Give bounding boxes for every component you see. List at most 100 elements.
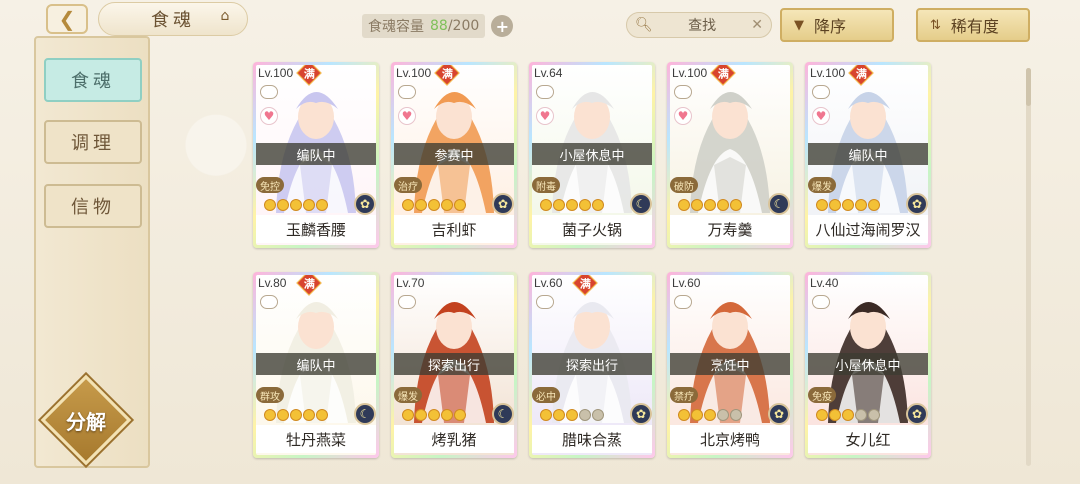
food-soul-card[interactable]: Lv.60 烹饪中 禁疗 ✿ 北京烤鸭 xyxy=(667,272,793,458)
decompose-label: 分解 xyxy=(66,409,106,434)
role-badge: 爆发 xyxy=(394,387,422,403)
character-name: 腊味合蒸 xyxy=(532,425,652,453)
max-level-label: 满 xyxy=(855,67,867,80)
bubble-icon[interactable] xyxy=(398,85,416,99)
star-icon xyxy=(441,409,453,421)
star-icon xyxy=(454,409,466,421)
level-label: Lv.100 xyxy=(396,66,432,80)
moon-icon: ☾ xyxy=(630,193,652,215)
star-rating xyxy=(264,199,328,211)
food-soul-card[interactable]: Lv.60 满探索出行 必中 ✿ 腊味合蒸 xyxy=(529,272,655,458)
star-icon xyxy=(553,409,565,421)
status-label: 编队中 xyxy=(256,143,376,165)
character-name: 吉利虾 xyxy=(394,215,514,243)
level-label: Lv.60 xyxy=(534,276,563,290)
bubble-icon[interactable] xyxy=(398,295,416,309)
bubble-icon[interactable] xyxy=(536,85,554,99)
search-label: 查找 xyxy=(688,18,717,34)
level-label: Lv.100 xyxy=(810,66,846,80)
role-badge: 爆发 xyxy=(808,177,836,193)
star-icon xyxy=(428,409,440,421)
star-icon xyxy=(868,199,880,211)
star-icon xyxy=(540,199,552,211)
flower-icon: ✿ xyxy=(768,403,790,425)
food-soul-card[interactable]: Lv.80 满编队中 群攻 ☾ 牡丹燕菜 xyxy=(253,272,379,458)
heart-icon[interactable]: ♥ xyxy=(536,107,554,125)
character-name: 万寿羹 xyxy=(670,215,790,243)
search-button[interactable]: 🔍︎ 查找 ✕ xyxy=(626,12,772,38)
level-label: Lv.64 xyxy=(534,66,563,80)
moon-icon: ☾ xyxy=(492,403,514,425)
bubble-icon[interactable] xyxy=(674,295,692,309)
heart-icon[interactable]: ♥ xyxy=(260,107,278,125)
star-icon xyxy=(303,199,315,211)
star-icon xyxy=(277,409,289,421)
search-icon: 🔍︎ xyxy=(635,17,653,33)
max-level-label: 满 xyxy=(579,277,591,290)
bubble-icon[interactable] xyxy=(812,85,830,99)
star-icon xyxy=(540,409,552,421)
star-icon xyxy=(579,199,591,211)
star-rating xyxy=(540,199,604,211)
character-name: 牡丹燕菜 xyxy=(256,425,376,453)
status-label: 编队中 xyxy=(808,143,928,165)
star-icon xyxy=(277,199,289,211)
bubble-icon[interactable] xyxy=(536,295,554,309)
max-level-label: 满 xyxy=(717,67,729,80)
scrollbar-thumb[interactable] xyxy=(1026,68,1031,106)
scrollbar-track[interactable] xyxy=(1026,68,1031,466)
star-rating xyxy=(402,199,466,211)
food-soul-card[interactable]: Lv.64 ♥ 小屋休息中 附毒 ☾ 菌子火锅 xyxy=(529,62,655,248)
character-name: 菌子火锅 xyxy=(532,215,652,243)
tab-tokens[interactable]: 信物 xyxy=(44,184,142,228)
decompose-button[interactable]: 分解 xyxy=(40,374,132,466)
bubble-icon[interactable] xyxy=(674,85,692,99)
tab-conditioning[interactable]: 调理 xyxy=(44,120,142,164)
card-grid: Lv.100 满 ♥ 编队中 免控 ✿ 玉麟香腰 Lv.100 满 ♥ 参赛中 治疗 ✿ 吉利虾 Lv.64… xyxy=(253,62,933,472)
star-icon xyxy=(441,199,453,211)
bubble-icon[interactable] xyxy=(812,295,830,309)
flower-icon: ✿ xyxy=(354,193,376,215)
heart-icon[interactable]: ♥ xyxy=(812,107,830,125)
sort-field-label: 稀有度 xyxy=(950,17,999,36)
sort-field-button[interactable]: ⇅ 稀有度 xyxy=(916,8,1030,42)
sort-swap-icon: ⇅ xyxy=(930,17,941,33)
food-soul-card[interactable]: Lv.100 满 ♥ 破防 ☾ 万寿羹 xyxy=(667,62,793,248)
food-soul-card[interactable]: Lv.100 满 ♥ 编队中 爆发 ✿ 八仙过海闹罗汉 xyxy=(805,62,931,248)
max-level-label: 满 xyxy=(303,67,315,80)
star-icon xyxy=(691,199,703,211)
heart-icon[interactable]: ♥ xyxy=(674,107,692,125)
level-label: Lv.80 xyxy=(258,276,287,290)
star-icon xyxy=(428,199,440,211)
bubble-icon[interactable] xyxy=(260,85,278,99)
food-soul-card[interactable]: Lv.100 满 ♥ 编队中 免控 ✿ 玉麟香腰 xyxy=(253,62,379,248)
sort-order-button[interactable]: ▼ 降序 xyxy=(780,8,894,42)
star-icon xyxy=(855,409,867,421)
capacity-total: /200 xyxy=(447,18,480,34)
food-soul-card[interactable]: Lv.70 探索出行 爆发 ☾ 烤乳猪 xyxy=(391,272,517,458)
star-icon xyxy=(816,409,828,421)
status-label: 小屋休息中 xyxy=(808,353,928,375)
star-icon xyxy=(730,199,742,211)
max-level-label: 满 xyxy=(441,67,453,80)
star-icon xyxy=(316,409,328,421)
food-soul-card[interactable]: Lv.100 满 ♥ 参赛中 治疗 ✿ 吉利虾 xyxy=(391,62,517,248)
status-label: 小屋休息中 xyxy=(532,143,652,165)
role-badge: 破防 xyxy=(670,177,698,193)
role-badge: 必中 xyxy=(532,387,560,403)
star-rating xyxy=(402,409,466,421)
star-icon xyxy=(691,409,703,421)
heart-icon[interactable]: ♥ xyxy=(398,107,416,125)
food-soul-card[interactable]: Lv.40 小屋休息中 免疫 ✿ 女儿红 xyxy=(805,272,931,458)
role-badge: 治疗 xyxy=(394,177,422,193)
flower-icon: ✿ xyxy=(906,403,928,425)
add-capacity-button[interactable]: + xyxy=(491,15,514,37)
bubble-icon[interactable] xyxy=(260,295,278,309)
tab-food-souls[interactable]: 食魂 xyxy=(44,58,142,102)
clear-search-icon[interactable]: ✕ xyxy=(751,17,763,33)
star-icon xyxy=(842,199,854,211)
star-icon xyxy=(829,409,841,421)
star-icon xyxy=(553,199,565,211)
star-icon xyxy=(402,199,414,211)
back-arrow-icon[interactable]: ❮ xyxy=(46,4,88,34)
